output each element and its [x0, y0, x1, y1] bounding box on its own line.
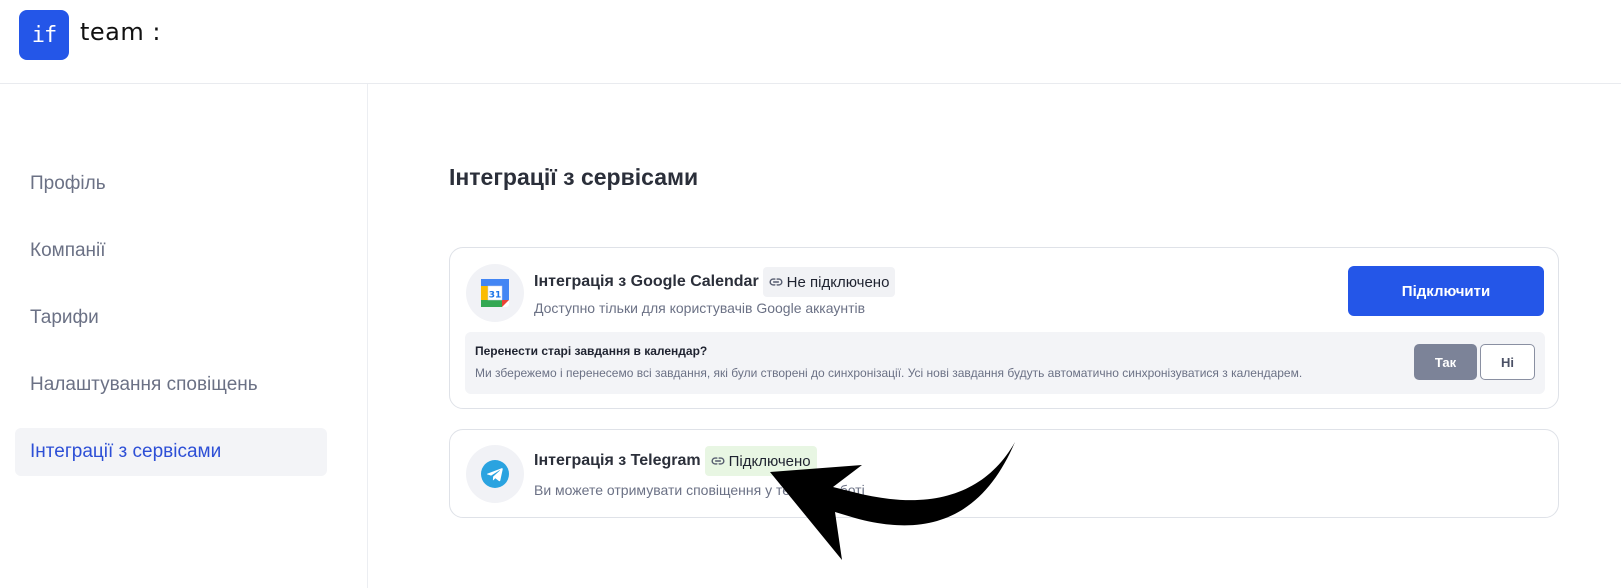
link-icon [711, 454, 725, 468]
migrate-description: Ми збережемо і перенесемо всі завдання, … [475, 366, 1303, 380]
logo-text[interactable]: team : [80, 18, 161, 46]
sidebar-item-label: Інтеграції з сервісами [30, 441, 222, 462]
migrate-tasks-panel: Перенести старі завдання в календар? Ми … [465, 332, 1545, 394]
settings-sidebar: Профіль Компанії Тарифи Налаштування спо… [0, 84, 368, 588]
google-calendar-subtitle: Доступно тільки для користувачів Google … [534, 300, 866, 316]
status-text: Підключено [728, 452, 811, 470]
sidebar-item-label: Компанії [30, 240, 106, 261]
sidebar-item-integrations[interactable]: Інтеграції з сервісами [15, 428, 327, 476]
sidebar-item-tariffs[interactable]: Тарифи [15, 294, 327, 342]
page-title: Інтеграції з сервісами [449, 164, 699, 190]
telegram-integration-card: Інтеграція з Telegram Підключено Ви може… [449, 429, 1559, 518]
google-calendar-title-text: Інтеграція з Google Calendar [534, 273, 759, 290]
status-badge-connected: Підключено [704, 446, 817, 476]
sidebar-item-profile[interactable]: Профіль [15, 160, 327, 208]
migrate-yes-button[interactable]: Так [1414, 344, 1477, 380]
google-calendar-integration-card: 31 Інтеграція з Google Calendar Не підкл… [449, 247, 1559, 409]
status-badge-not-connected: Не підключено [762, 267, 896, 297]
telegram-title-text: Інтеграція з Telegram [534, 452, 701, 469]
app-header: if team : [0, 0, 1621, 84]
telegram-title: Інтеграція з Telegram Підключено [534, 446, 817, 476]
telegram-icon [466, 445, 524, 503]
sidebar-item-label: Профіль [30, 173, 106, 194]
telegram-subtitle: Ви можете отримувати сповіщення у телегр… [534, 482, 865, 498]
connect-google-button[interactable]: Підключити [1348, 266, 1544, 316]
sidebar-item-label: Тарифи [30, 307, 99, 328]
status-text: Не підключено [786, 273, 890, 291]
migrate-question: Перенести старі завдання в календар? [475, 344, 708, 358]
main-content: Інтеграції з сервісами 31 Інтеграція з G… [368, 84, 1621, 588]
logo-mark[interactable]: if [19, 10, 69, 60]
migrate-no-button[interactable]: Ні [1480, 344, 1535, 380]
sidebar-item-notifications[interactable]: Налаштування сповіщень [15, 361, 327, 409]
google-calendar-title: Інтеграція з Google Calendar Не підключе… [534, 267, 896, 297]
link-icon [769, 275, 783, 289]
sidebar-item-companies[interactable]: Компанії [15, 227, 327, 275]
sidebar-item-label: Налаштування сповіщень [30, 374, 258, 395]
google-calendar-icon: 31 [466, 264, 524, 322]
svg-text:31: 31 [489, 291, 502, 301]
